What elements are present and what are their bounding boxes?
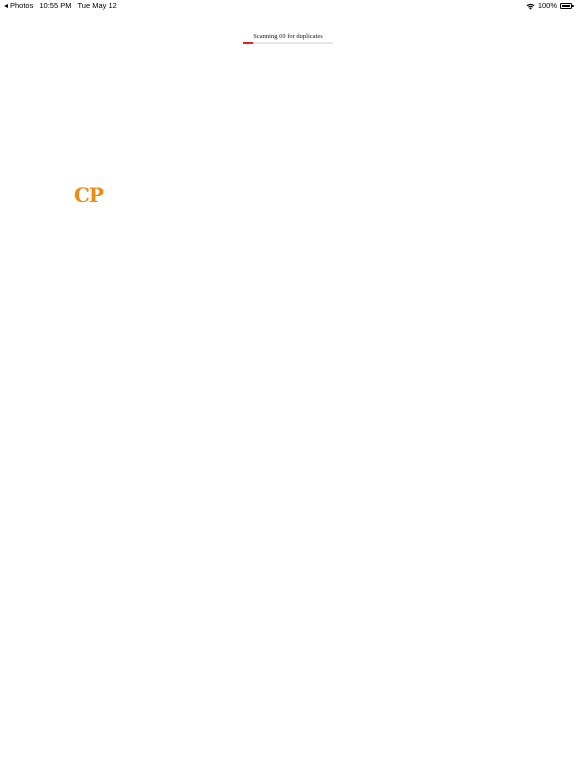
- battery-icon: [560, 3, 574, 9]
- battery-level: [561, 4, 571, 8]
- back-to-photos-link[interactable]: Photos: [4, 0, 33, 12]
- battery-nub: [572, 5, 574, 8]
- app-logo-text: CP: [74, 183, 104, 207]
- back-label: Photos: [10, 1, 34, 10]
- app-logo: CP: [74, 183, 105, 207]
- wifi-icon: [526, 3, 535, 10]
- scan-progress-fill: [243, 42, 253, 44]
- scan-status-text: Scanning 69 for duplicates: [253, 33, 323, 40]
- status-time: 10:55 PM: [39, 1, 72, 10]
- scan-progress-bar: [243, 42, 333, 44]
- status-bar-right: 100%: [526, 0, 574, 12]
- battery-percent: 100%: [537, 1, 557, 10]
- status-bar: Photos 10:55 PM Tue May 12 100%: [0, 0, 576, 12]
- status-date: Tue May 12: [77, 1, 117, 10]
- back-arrow-icon: [4, 4, 8, 8]
- status-bar-left: Photos 10:55 PM Tue May 12: [4, 0, 117, 12]
